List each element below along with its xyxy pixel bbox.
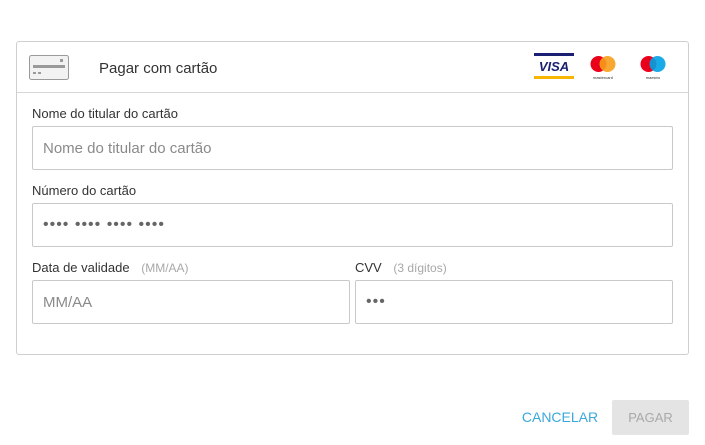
cvv-label-row: CVV (3 dígitos) <box>355 260 447 275</box>
cvv-hint: (3 dígitos) <box>393 261 447 275</box>
mastercard-logo-text: mastercard <box>593 75 613 80</box>
card-number-input[interactable] <box>32 203 673 247</box>
visa-logo-icon: VISA <box>534 53 574 79</box>
cvv-input[interactable] <box>355 280 673 324</box>
visa-logo-text: VISA <box>539 59 569 74</box>
expiry-hint: (MM/AA) <box>141 261 189 275</box>
page-title: Pagar com cartão <box>99 60 218 77</box>
card-number-label: Número do cartão <box>32 183 137 198</box>
maestro-logo-text: maestro <box>646 75 661 80</box>
expiry-input[interactable] <box>32 280 350 324</box>
cancel-button[interactable]: CANCELAR <box>515 400 605 434</box>
mastercard-logo-icon: mastercard <box>590 56 616 80</box>
expiry-label: Data de validade <box>32 260 130 275</box>
panel-header: Pagar com cartão VISA mastercard maestro <box>17 42 688 93</box>
pay-button[interactable]: PAGAR <box>612 400 689 435</box>
cardholder-name-label: Nome do titular do cartão <box>32 106 178 121</box>
cvv-label: CVV <box>355 260 382 275</box>
credit-card-icon <box>29 55 69 80</box>
maestro-logo-icon: maestro <box>640 56 666 80</box>
cardholder-name-input[interactable] <box>32 126 673 170</box>
expiry-label-row: Data de validade (MM/AA) <box>32 260 189 275</box>
